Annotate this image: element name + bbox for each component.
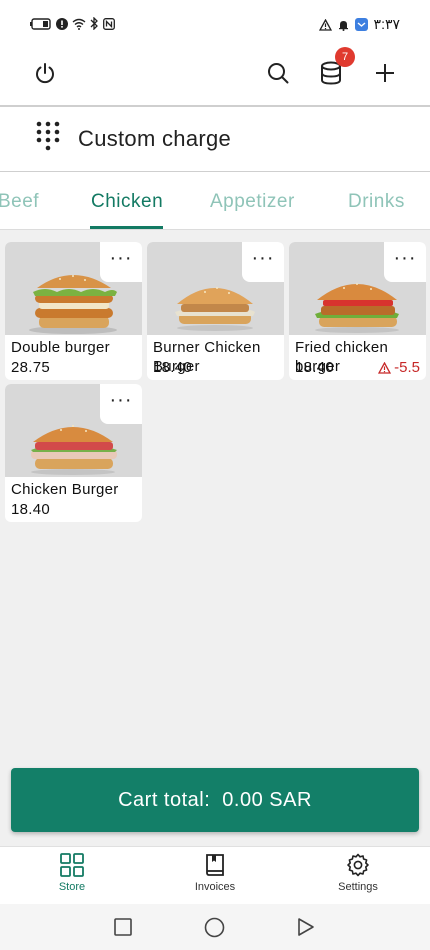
product-card[interactable]: ··· Burner Chicken Burger 18.40 <box>147 242 284 380</box>
sim-alert-icon <box>56 17 68 30</box>
product-name: Chicken Burger <box>11 481 119 498</box>
nfc-icon <box>103 17 115 30</box>
status-bar: ٣:٣٧ <box>0 0 430 50</box>
product-card[interactable]: ··· Chicken Burger 18.40 <box>5 384 142 522</box>
app-notification-icon <box>354 18 368 31</box>
database-badge: 7 <box>335 47 355 67</box>
status-time: ٣:٣٧ <box>373 16 400 32</box>
nav-invoices[interactable]: Invoices <box>165 853 265 893</box>
plus-icon <box>376 64 394 82</box>
book-icon <box>206 854 224 876</box>
tab-chicken[interactable]: Chicken <box>91 191 163 213</box>
product-price: 18.40 <box>295 359 335 376</box>
bluetooth-icon <box>90 17 98 30</box>
product-more-button[interactable]: ··· <box>384 242 426 282</box>
search-button[interactable] <box>258 53 298 93</box>
power-icon <box>36 63 54 84</box>
grid-icon <box>60 853 84 877</box>
product-name: Double burger <box>11 339 110 356</box>
bottom-navigation: Store Invoices Settings <box>0 846 430 904</box>
product-card[interactable]: ··· Fried chicken burger 18.40 -5.5 <box>289 242 426 380</box>
category-tabs: Beef Chicken Appetizer Drinks <box>0 172 430 230</box>
warning-icon <box>318 18 332 31</box>
search-icon <box>268 63 289 84</box>
app-header: 7 <box>0 47 430 105</box>
custom-charge-row[interactable]: Custom charge <box>0 107 430 171</box>
database-button[interactable]: 7 <box>311 47 355 93</box>
recents-icon[interactable] <box>114 918 132 936</box>
product-more-button[interactable]: ··· <box>242 242 284 282</box>
nav-store-label: Store <box>58 881 86 893</box>
custom-charge-label: Custom charge <box>78 126 232 151</box>
battery-icon <box>30 17 51 30</box>
warning-icon <box>378 361 392 374</box>
tab-beef[interactable]: Beef <box>0 191 39 213</box>
system-navigation-bar <box>0 904 430 950</box>
cart-total-amount: 0.00 SAR <box>222 788 312 811</box>
cart-total-button[interactable]: Cart total: 0.00 SAR <box>11 768 419 832</box>
product-card[interactable]: ··· Double burger 28.75 <box>5 242 142 380</box>
tab-drinks[interactable]: Drinks <box>348 191 405 213</box>
gear-icon <box>347 853 369 877</box>
product-grid: ··· Double burger 28.75 ··· Burner Chick… <box>0 230 430 766</box>
wifi-icon <box>72 18 86 30</box>
stock-warning: -5.5 <box>378 359 420 376</box>
nav-invoices-label: Invoices <box>194 881 236 893</box>
cart-total-label: Cart total: <box>118 788 211 811</box>
home-icon[interactable] <box>204 917 225 938</box>
product-more-button[interactable]: ··· <box>100 242 142 282</box>
nav-settings-label: Settings <box>338 881 378 893</box>
keypad-icon <box>36 121 60 151</box>
status-icons-left <box>30 17 115 30</box>
product-price: 28.75 <box>11 359 51 376</box>
power-button[interactable] <box>25 53 65 93</box>
product-more-button[interactable]: ··· <box>100 384 142 424</box>
nav-store[interactable]: Store <box>22 853 122 893</box>
nav-settings[interactable]: Settings <box>308 853 408 893</box>
status-icons-right: ٣:٣٧ <box>318 16 400 33</box>
add-button[interactable] <box>365 53 405 93</box>
product-price: 18.40 <box>11 501 51 518</box>
notification-bell-icon <box>338 20 348 31</box>
product-price: 18.40 <box>153 359 193 376</box>
stock-warning-value: -5.5 <box>394 359 420 376</box>
tab-appetizer[interactable]: Appetizer <box>210 191 295 213</box>
back-icon[interactable] <box>297 917 315 937</box>
